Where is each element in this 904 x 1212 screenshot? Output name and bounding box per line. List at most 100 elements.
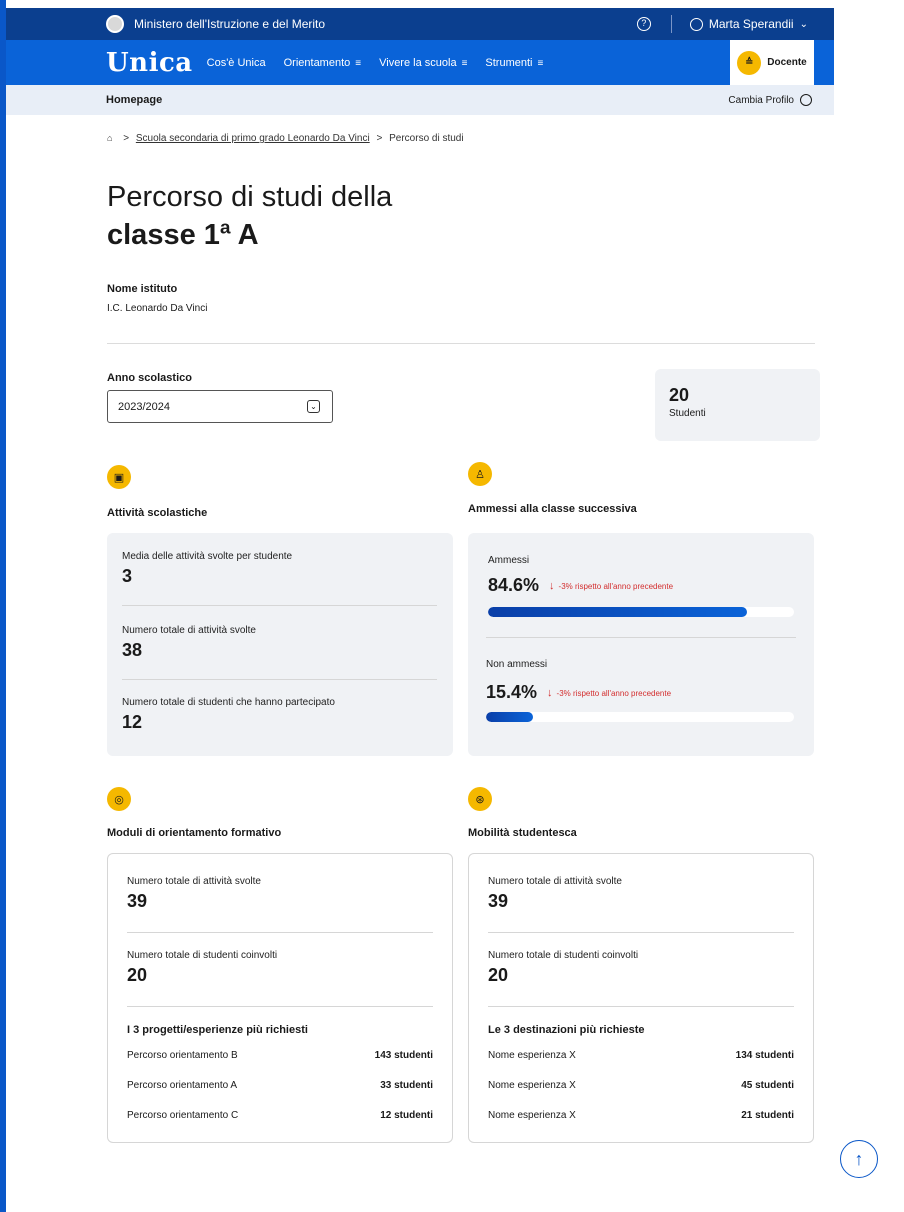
non-ammessi-progress-fill bbox=[486, 712, 534, 722]
cambia-profilo-button[interactable]: Cambia Profilo bbox=[728, 95, 794, 106]
ammessi-card: Ammessi 84.6% ↓ -3% rispetto all'anno pre… bbox=[468, 533, 814, 756]
divider bbox=[670, 15, 672, 33]
list-title: I 3 progetti/esperienze più richiesti bbox=[127, 1024, 308, 1036]
list-item-count: 12 studenti bbox=[380, 1110, 433, 1121]
section-title-ammessi: Ammessi alla classe successiva bbox=[468, 503, 637, 515]
ministry-link[interactable]: Ministero dell'Istruzione e del Merito bbox=[134, 17, 325, 31]
ammessi-percent: 84.6% bbox=[488, 575, 540, 595]
breadcrumb-school-link[interactable]: Scuola secondaria di primo grado Leonard… bbox=[136, 133, 370, 144]
list-title: Le 3 destinazioni più richieste bbox=[488, 1024, 645, 1036]
list-item: Percorso orientamento A 33 studenti bbox=[127, 1080, 433, 1091]
section-title-moduli: Moduli di orientamento formativo bbox=[107, 827, 282, 839]
breadcrumb-separator: > bbox=[376, 133, 383, 144]
admitted-icon: ♙ bbox=[468, 462, 492, 486]
non-ammessi-delta: -3% rispetto all'anno precedente bbox=[556, 688, 672, 698]
arrow-down-icon: ↓ bbox=[549, 579, 555, 592]
non-ammessi-percent: 15.4% bbox=[486, 682, 538, 702]
switch-profile-icon[interactable] bbox=[800, 94, 812, 106]
profile-docente-button[interactable]: ≙ Docente bbox=[730, 40, 814, 85]
breadcrumb-current: Percorso di studi bbox=[389, 133, 464, 144]
divider bbox=[488, 1006, 794, 1007]
stat-label: Numero totale di attività svolte bbox=[127, 876, 261, 887]
stat-value: 20 bbox=[488, 965, 509, 985]
nav-item-strumenti[interactable]: Strumenti ≡ bbox=[485, 57, 543, 69]
unica-logo[interactable]: Unica bbox=[106, 48, 193, 78]
students-count-card: 20 Studenti bbox=[655, 369, 820, 441]
nav-item-label: Cos'è Unica bbox=[206, 56, 266, 69]
stat-value: 12 bbox=[122, 712, 143, 732]
stat-label: Numero totale di attività svolte bbox=[488, 876, 622, 887]
list-item-name: Percorso orientamento B bbox=[127, 1050, 238, 1061]
stat-value: 38 bbox=[122, 640, 143, 660]
homepage-link[interactable]: Homepage bbox=[106, 94, 162, 106]
list-item-count: 143 studenti bbox=[374, 1050, 433, 1061]
stat-label: Numero totale di studenti che hanno part… bbox=[122, 697, 335, 708]
list-item: Nome esperienza X 134 studenti bbox=[488, 1050, 794, 1061]
breadcrumb: ⌂ > Scuola secondaria di primo grado Leo… bbox=[107, 133, 464, 144]
profile-label: Docente bbox=[767, 57, 807, 68]
arrow-down-icon: ↓ bbox=[547, 686, 553, 699]
stat-value: 39 bbox=[127, 891, 148, 911]
section-title-attivita: Attività scolastiche bbox=[107, 507, 208, 519]
page-title-line1: Percorso di studi della bbox=[107, 181, 393, 213]
nav-item-label: Orientamento bbox=[283, 56, 351, 69]
nav-item-cos-e-unica[interactable]: Cos'è Unica bbox=[207, 57, 266, 69]
anno-scolastico-select[interactable]: 2023/2024 ⌄ bbox=[107, 390, 333, 423]
menu-icon: ≡ bbox=[461, 57, 468, 69]
divider bbox=[486, 637, 796, 638]
nav-item-label: Strumenti bbox=[485, 56, 533, 69]
page-title-line2: classe 1ª A bbox=[107, 219, 259, 251]
chevron-down-icon: ⌄ bbox=[307, 400, 320, 413]
stat-value: 20 bbox=[127, 965, 148, 985]
moduli-card: Numero totale di attività svolte 39 Nume… bbox=[107, 853, 453, 1143]
list-item-count: 45 studenti bbox=[741, 1080, 794, 1091]
ministry-bar: Ministero dell'Istruzione e del Merito ?… bbox=[6, 8, 834, 40]
section-divider bbox=[107, 343, 815, 344]
list-item-name: Percorso orientamento A bbox=[127, 1080, 238, 1091]
anno-scolastico-label: Anno scolastico bbox=[107, 372, 192, 384]
menu-icon: ≡ bbox=[537, 57, 544, 69]
divider bbox=[488, 932, 794, 933]
list-item-count: 134 studenti bbox=[735, 1050, 794, 1061]
divider bbox=[127, 932, 433, 933]
home-icon[interactable]: ⌂ bbox=[107, 133, 112, 143]
stat-value: 39 bbox=[488, 891, 509, 911]
students-count: 20 bbox=[669, 385, 690, 405]
institute-label: Nome istituto bbox=[107, 283, 178, 295]
divider bbox=[127, 1006, 433, 1007]
help-icon[interactable]: ? bbox=[636, 17, 651, 31]
divider bbox=[122, 679, 437, 680]
mobilita-card: Numero totale di attività svolte 39 Nume… bbox=[468, 853, 814, 1143]
nav-item-vivere-la-scuola[interactable]: Vivere la scuola ≡ bbox=[379, 57, 467, 69]
list-item-name: Nome esperienza X bbox=[488, 1110, 576, 1121]
list-item-name: Nome esperienza X bbox=[488, 1050, 576, 1061]
non-ammessi-progress-bar bbox=[486, 712, 794, 722]
main-nav: Unica Cos'è Unica Orientamento ≡ Vivere l… bbox=[6, 40, 834, 85]
chevron-down-icon[interactable]: ⌄ bbox=[800, 19, 808, 30]
stat-label: Numero totale di attività svolte bbox=[122, 625, 256, 636]
ammessi-progress-fill bbox=[488, 607, 747, 617]
guidance-modules-icon: ◎ bbox=[107, 787, 131, 811]
stat-label: Media delle attività svolte per studente bbox=[122, 551, 293, 562]
breadcrumb-separator: > bbox=[123, 133, 130, 144]
republic-emblem-icon bbox=[106, 15, 124, 33]
divider bbox=[122, 605, 437, 606]
list-item: Nome esperienza X 45 studenti bbox=[488, 1080, 794, 1091]
user-icon bbox=[689, 17, 703, 31]
nav-item-orientamento[interactable]: Orientamento ≡ bbox=[284, 57, 362, 69]
school-activities-icon: ▣ bbox=[107, 465, 131, 489]
sub-bar: Homepage Cambia Profilo bbox=[6, 85, 834, 115]
back-to-top-button[interactable]: ↑ bbox=[840, 1140, 878, 1178]
ammessi-label: Ammessi bbox=[488, 555, 530, 566]
attivita-card: Media delle attività svolte per studente… bbox=[107, 533, 453, 756]
section-title-mobilita: Mobilità studentesca bbox=[468, 827, 577, 839]
stat-value: 3 bbox=[122, 566, 133, 586]
user-menu-button[interactable]: Marta Sperandii bbox=[709, 17, 794, 31]
student-mobility-icon: ⊛ bbox=[468, 787, 492, 811]
list-item-count: 33 studenti bbox=[380, 1080, 433, 1091]
institute-value: I.C. Leonardo Da Vinci bbox=[107, 303, 208, 314]
stat-label: Numero totale di studenti coinvolti bbox=[127, 950, 278, 961]
nav-item-label: Vivere la scuola bbox=[379, 56, 457, 69]
teacher-icon: ≙ bbox=[737, 50, 762, 75]
students-label: Studenti bbox=[669, 408, 706, 419]
